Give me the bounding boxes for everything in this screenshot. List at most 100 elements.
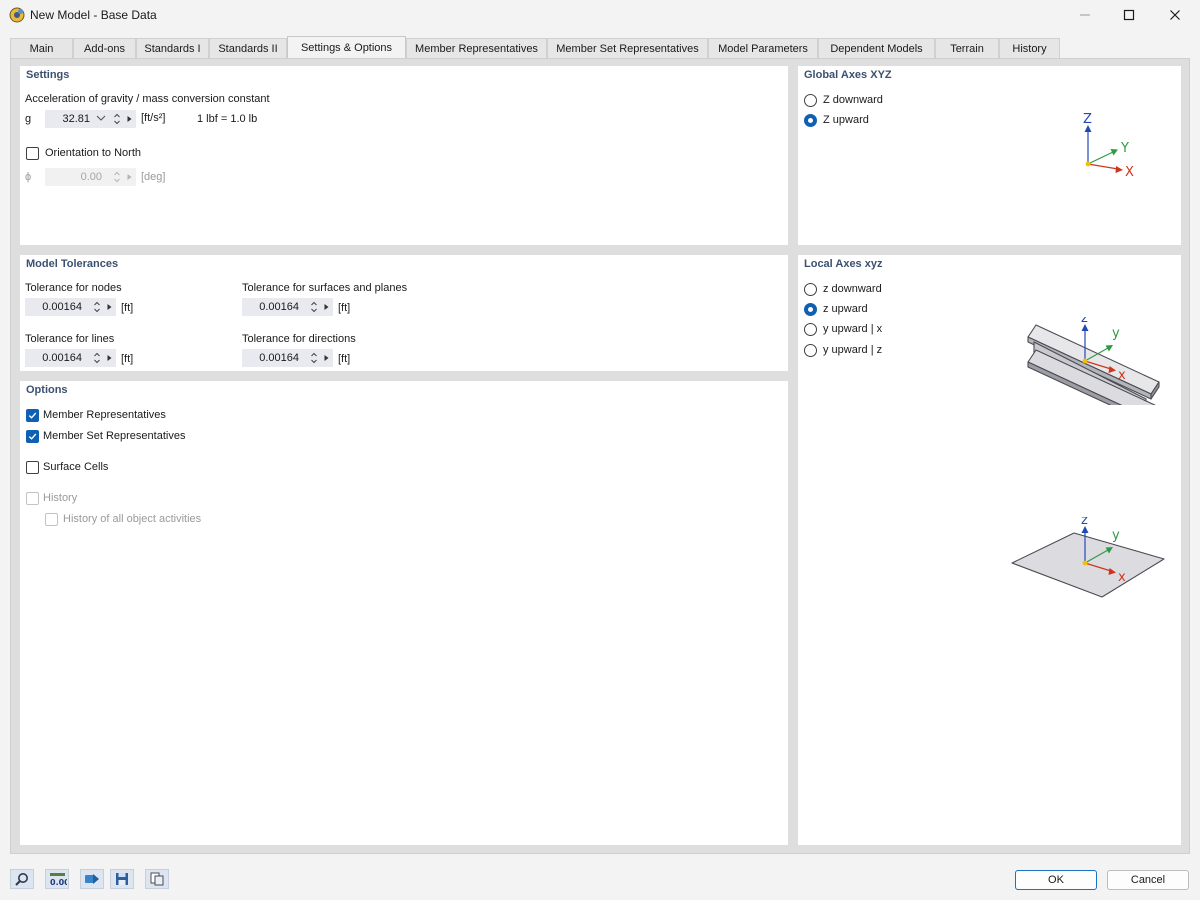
model-tolerances-panel: Model Tolerances Tolerance for nodes 0.0… [20, 255, 788, 371]
orientation-north-checkbox[interactable] [26, 147, 39, 160]
tab-add-ons[interactable]: Add-ons [73, 38, 136, 58]
phi-value: 0.00 [80, 171, 102, 183]
phi-symbol: ϕ [25, 171, 32, 183]
tolerance-directions-value: 0.00164 [259, 352, 299, 364]
axis-x-arrow [1115, 166, 1123, 173]
phi-input: 0.00 [45, 168, 136, 186]
copy-tool-button[interactable] [145, 869, 169, 889]
tolerance-lines-value: 0.00164 [42, 352, 82, 364]
z-downward-label: Z downward [823, 94, 883, 106]
units-tool-button[interactable]: 0.00 [45, 869, 69, 889]
transfer-tool-button[interactable] [80, 869, 104, 889]
z-downward-radio[interactable] [804, 94, 817, 107]
local-axes-panel: Local Axes xyz z downward z upward y upw… [798, 255, 1181, 845]
spin-updown-icon[interactable] [311, 352, 317, 364]
search-icon [15, 873, 28, 886]
phi-unit: [deg] [141, 171, 166, 183]
surface-plate [1011, 532, 1165, 598]
checkmark-icon [28, 433, 37, 440]
local-y-upward-z-label: y upward | z [823, 344, 883, 356]
search-tool-button[interactable] [10, 869, 34, 889]
settings-panel: Settings Acceleration of gravity / mass … [20, 66, 788, 245]
bottom-bar: 0.00 OK Cancel [0, 856, 1200, 900]
close-button[interactable] [1152, 0, 1198, 30]
settings-title: Settings [26, 69, 70, 81]
options-title: Options [26, 384, 68, 396]
tolerance-surfaces-input[interactable]: 0.00164 [242, 298, 333, 316]
surface-cells-checkbox[interactable] [26, 461, 39, 474]
member-representatives-checkbox[interactable] [26, 409, 39, 422]
history-all-activities-checkbox [45, 513, 58, 526]
history-all-activities-label: History of all object activities [63, 513, 202, 525]
gravity-combo[interactable]: 32.81 [45, 110, 136, 128]
tolerance-lines-unit: [ft] [121, 353, 134, 365]
tolerance-surfaces-label: Tolerance for surfaces and planes [242, 282, 408, 294]
member-set-representatives-label: Member Set Representatives [43, 430, 186, 442]
minimize-button[interactable] [1062, 0, 1108, 30]
gravity-unit: [ft/s²] [141, 112, 166, 124]
tab-history[interactable]: History [999, 38, 1060, 58]
tab-model-parameters[interactable]: Model Parameters [708, 38, 818, 58]
global-axes-title: Global Axes XYZ [804, 69, 892, 81]
ok-button[interactable]: OK [1015, 870, 1097, 890]
tolerance-directions-unit: [ft] [338, 353, 351, 365]
member-representatives-label: Member Representatives [43, 409, 166, 421]
spin-updown-icon[interactable] [311, 301, 317, 313]
save-tool-button[interactable] [110, 869, 134, 889]
spin-updown-icon[interactable] [114, 113, 120, 125]
checkmark-icon [28, 412, 37, 419]
tab-dependent-models[interactable]: Dependent Models [818, 38, 935, 58]
local-y-upward-z-radio[interactable] [804, 344, 817, 357]
spin-updown-icon[interactable] [94, 352, 100, 364]
play-arrow-icon[interactable] [127, 113, 132, 125]
tolerance-directions-input[interactable]: 0.00164 [242, 349, 333, 367]
play-arrow-icon [127, 174, 132, 180]
chevron-down-icon[interactable] [96, 115, 106, 122]
member-set-representatives-checkbox[interactable] [26, 430, 39, 443]
tab-main[interactable]: Main [10, 38, 73, 58]
local-origin-point [1082, 358, 1088, 364]
orientation-north-label: Orientation to North [45, 147, 141, 159]
history-label: History [43, 492, 78, 504]
tab-terrain[interactable]: Terrain [935, 38, 999, 58]
spin-updown-icon[interactable] [94, 301, 100, 313]
units-icon-text: 0.00 [50, 878, 67, 886]
local-axes-title: Local Axes xyz [804, 258, 883, 270]
tab-member-set-representatives[interactable]: Member Set Representatives [547, 38, 708, 58]
close-icon [1170, 10, 1180, 20]
origin-point [1085, 161, 1091, 167]
local-z-downward-radio[interactable] [804, 283, 817, 296]
z-upward-radio[interactable] [804, 114, 817, 127]
play-arrow-icon[interactable] [107, 352, 112, 364]
play-arrow-icon[interactable] [324, 301, 329, 313]
tab-standards-i[interactable]: Standards I [136, 38, 209, 58]
play-arrow-icon[interactable] [107, 301, 112, 313]
axis-z-label: Z [1083, 112, 1092, 127]
local-x-label: x [1118, 368, 1126, 383]
local-y-upward-x-radio[interactable] [804, 323, 817, 336]
tolerance-surfaces-unit: [ft] [338, 302, 351, 314]
play-arrow-icon[interactable] [324, 352, 329, 364]
tolerance-lines-input[interactable]: 0.00164 [25, 349, 116, 367]
tab-settings-options[interactable]: Settings & Options [287, 36, 406, 59]
save-icon [116, 873, 128, 885]
local-z-downward-label: z downward [823, 283, 882, 295]
units-decimal-icon: 0.00 [50, 873, 67, 886]
tolerance-nodes-input[interactable]: 0.00164 [25, 298, 116, 316]
surface-x-label: x [1118, 570, 1126, 585]
surface-axes-diagram: z y x [1011, 517, 1165, 598]
surface-origin-point [1082, 560, 1088, 566]
tab-member-representatives[interactable]: Member Representatives [406, 38, 547, 58]
options-panel: Options Member Representatives Member Se… [20, 381, 788, 845]
tab-content: Settings Acceleration of gravity / mass … [10, 58, 1190, 854]
spin-updown-icon [114, 171, 120, 183]
history-checkbox [26, 492, 39, 505]
gravity-label: Acceleration of gravity / mass conversio… [25, 93, 270, 105]
axis-y-label: Y [1120, 141, 1129, 156]
axis-y-line [1087, 151, 1114, 165]
maximize-button[interactable] [1106, 0, 1152, 30]
local-z-upward-radio[interactable] [804, 303, 817, 316]
maximize-icon [1123, 9, 1135, 21]
cancel-button[interactable]: Cancel [1107, 870, 1189, 890]
tab-standards-ii[interactable]: Standards II [209, 38, 287, 58]
